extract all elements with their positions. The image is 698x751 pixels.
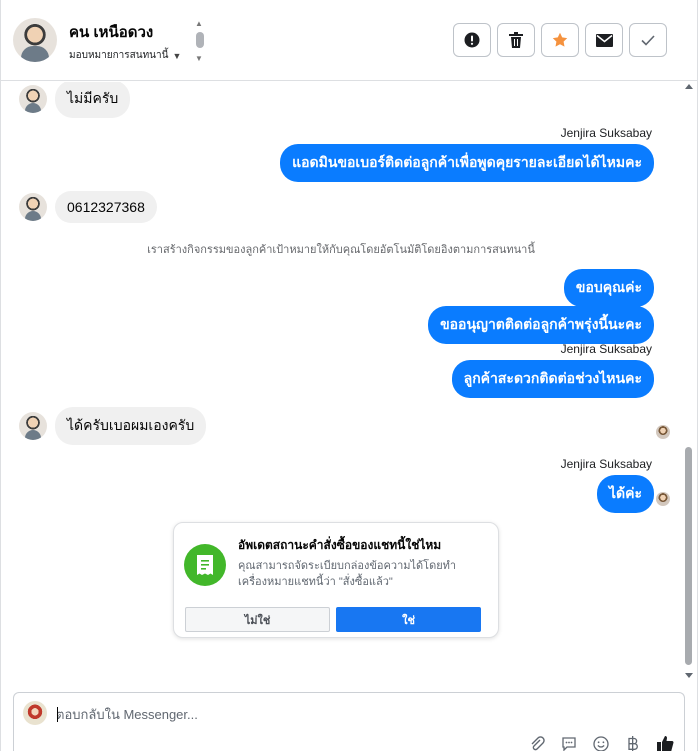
contact-avatar-small[interactable] <box>19 193 47 221</box>
caret-down-icon: ▼ <box>172 50 182 61</box>
reply-composer <box>13 692 685 751</box>
assign-label: มอบหมายการสนทนานี้ <box>69 50 169 61</box>
trash-icon <box>509 32 523 48</box>
message-bubble[interactable]: ไม่มีครับ <box>55 82 131 118</box>
seen-avatar <box>656 425 670 439</box>
contact-avatar-small[interactable] <box>19 85 47 113</box>
messenger-inbox-thread: คน เหนือดวง มอบหมายการสนทนานี้ ▼ ▲ ▼ ไม่… <box>0 0 698 751</box>
header-actions <box>453 23 667 57</box>
delete-button[interactable] <box>497 23 535 57</box>
contact-avatar[interactable] <box>13 18 57 62</box>
scrollbar-thumb[interactable] <box>685 447 692 665</box>
yes-button[interactable]: ใช่ <box>336 607 481 632</box>
sender-name: Jenjira Suksabay <box>560 126 652 140</box>
mark-done-button[interactable] <box>629 23 667 57</box>
paperclip-icon[interactable] <box>528 735 546 751</box>
emoji-icon[interactable] <box>592 735 610 751</box>
card-title: อัพเดตสถานะคำสั่งซื้อของแชทนี้ใช่ไหม <box>238 538 442 552</box>
message-bubble[interactable]: ลูกค้าสะดวกติดต่อช่วงไหนคะ <box>451 360 654 398</box>
exclamation-icon <box>464 32 480 48</box>
message-bubble[interactable]: ขออนุญาตติดต่อลูกค้าพรุ่งนี้นะคะ <box>428 306 654 344</box>
no-button[interactable]: ไม่ใช่ <box>185 607 330 632</box>
message-row-incoming: ได้ครับเบอผมเองครับ <box>19 407 207 445</box>
check-icon <box>641 34 655 46</box>
saved-reply-icon[interactable] <box>560 735 578 751</box>
receipt-icon <box>184 544 226 586</box>
order-status-card: อัพเดตสถานะคำสั่งซื้อของแชทนี้ใช่ไหม คุณ… <box>173 522 499 638</box>
message-bubble[interactable]: ได้ค่ะ <box>596 475 654 513</box>
scroll-down-icon[interactable] <box>685 673 693 678</box>
like-icon[interactable] <box>656 735 674 751</box>
message-row-incoming: ไม่มีครับ <box>19 82 131 118</box>
scroll-up-icon[interactable]: ▲ <box>195 19 203 28</box>
card-description: คุณสามารถจัดระเบียบกล่องข้อความได้โดยทำเ… <box>238 560 457 588</box>
message-row-incoming: 0612327368 <box>19 191 157 223</box>
reply-input[interactable] <box>56 704 656 724</box>
sender-name: Jenjira Suksabay <box>560 457 652 471</box>
mark-unread-button[interactable] <box>585 23 623 57</box>
message-bubble[interactable]: 0612327368 <box>55 191 157 223</box>
page-avatar <box>23 701 47 725</box>
message-bubble[interactable]: ขอบคุณค่ะ <box>563 269 654 307</box>
message-list-scrollbar[interactable] <box>682 82 695 682</box>
seen-avatar <box>656 492 670 506</box>
envelope-icon <box>595 33 613 47</box>
scroll-up-icon[interactable] <box>685 84 693 89</box>
thread-header: คน เหนือดวง มอบหมายการสนทนานี้ ▼ ▲ ▼ <box>1 0 697 81</box>
text-cursor <box>57 707 58 722</box>
sender-name: Jenjira Suksabay <box>560 342 652 356</box>
system-notice: เราสร้างกิจกรรมของลูกค้าเป้าหมายให้กับคุ… <box>147 244 535 256</box>
star-button[interactable] <box>541 23 579 57</box>
assign-conversation-dropdown[interactable]: มอบหมายการสนทนานี้ ▼ <box>69 48 181 63</box>
header-scroll[interactable]: ▲ ▼ <box>194 19 206 63</box>
contact-avatar-small[interactable] <box>19 412 47 440</box>
header-scroll-thumb[interactable] <box>196 32 204 48</box>
scroll-down-icon[interactable]: ▼ <box>195 54 203 63</box>
baht-icon[interactable] <box>624 735 642 751</box>
report-button[interactable] <box>453 23 491 57</box>
composer-tools <box>528 735 674 751</box>
message-bubble[interactable]: ได้ครับเบอผมเองครับ <box>55 407 207 445</box>
contact-name[interactable]: คน เหนือดวง <box>69 20 153 44</box>
message-bubble[interactable]: แอดมินขอเบอร์ติดต่อลูกค้าเพื่อพูดคุยรายล… <box>280 144 654 182</box>
message-list[interactable]: ไม่มีครับ Jenjira Suksabay แอดมินขอเบอร์… <box>1 82 681 682</box>
star-icon <box>552 32 568 47</box>
